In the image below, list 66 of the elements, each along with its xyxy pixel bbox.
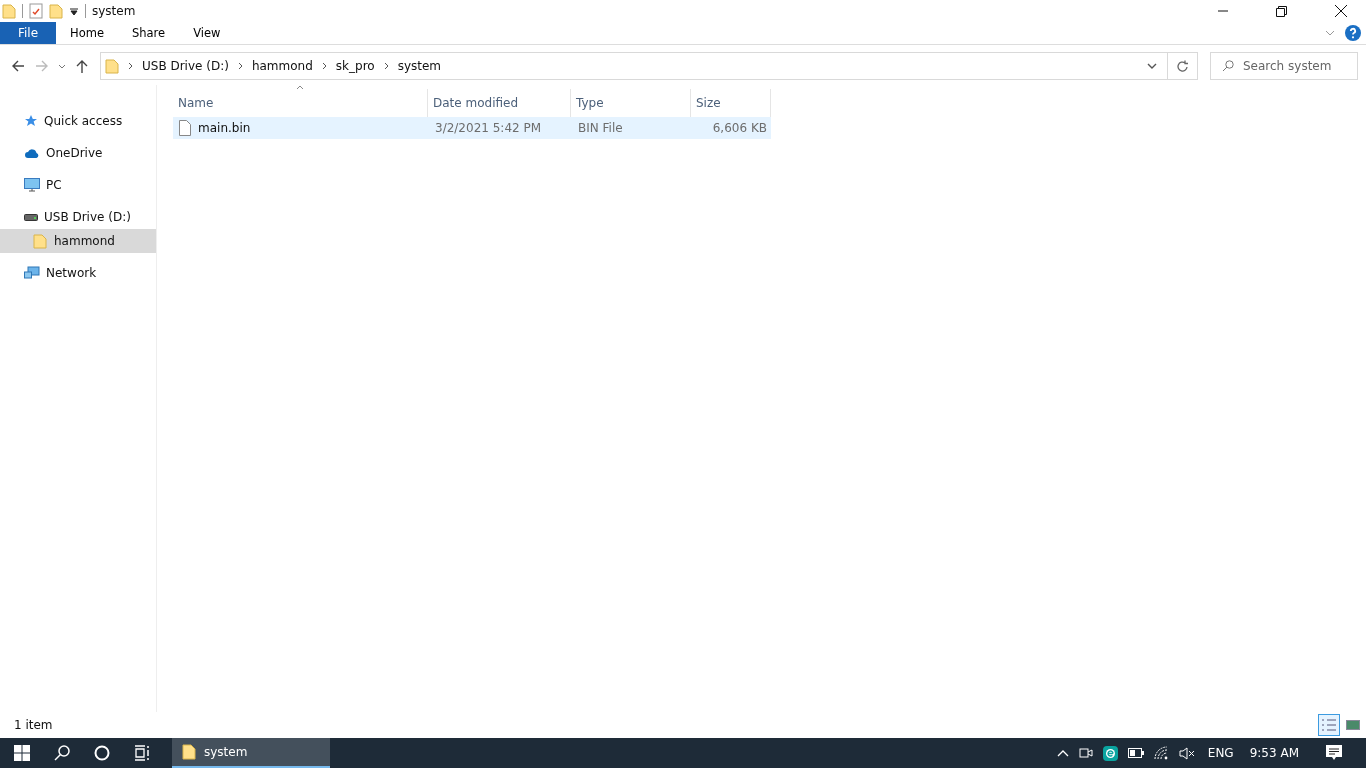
cloud-icon [24,147,40,159]
breadcrumb[interactable]: USB Drive (D:) [142,59,229,73]
back-arrow-icon[interactable] [12,60,25,72]
details-list-icon [1321,718,1337,732]
star-icon [24,114,38,128]
sidebar-item[interactable]: USB Drive (D:) [0,205,156,229]
chevron-down-icon[interactable] [1147,63,1157,69]
ribbon-tab[interactable]: View [179,22,235,44]
file-name: main.bin [198,121,251,135]
help-icon[interactable] [1345,25,1361,41]
task-view-icon[interactable] [134,745,152,761]
search-icon[interactable] [54,745,70,761]
notification-icon[interactable] [1326,745,1342,761]
windows-logo-icon[interactable] [14,745,30,761]
drive-icon [24,213,38,221]
search-field[interactable]: Search system [1210,52,1358,80]
dropdown-icon[interactable] [69,6,79,16]
address-bar[interactable]: USB Drive (D:) hammond sk_pro system [100,52,1168,80]
refresh-button[interactable] [1168,52,1198,80]
folder-icon [33,233,47,249]
up-arrow-icon[interactable] [76,59,88,73]
chevron-down-icon[interactable] [58,63,66,69]
language-indicator[interactable]: ENG [1207,746,1234,760]
type-cell-text: BIN File [577,121,624,135]
taskbar-app[interactable]: system [172,738,330,768]
sidebar-item[interactable]: Network [0,261,156,285]
ribbon-tab[interactable]: Home [56,22,118,44]
refresh-icon [1176,59,1189,73]
chevron-right-icon[interactable] [128,62,133,70]
chevron-right-icon[interactable] [383,62,389,70]
sort-caret-icon [296,85,304,90]
date-cell-text: 3/2/2021 5:42 PM [434,121,543,135]
window-title: system [92,4,136,18]
close-icon[interactable] [1335,5,1347,17]
details-view-button[interactable] [1318,714,1340,736]
folder-icon [182,744,196,760]
file-tab[interactable]: File [0,22,56,44]
thumbnail-icon [1346,719,1360,731]
chevron-right-icon[interactable] [237,62,243,70]
file-icon [179,120,191,136]
properties-icon[interactable] [29,3,43,19]
network-icon [24,266,40,280]
clock[interactable]: 9:53 AM [1249,746,1299,760]
folder-icon [105,58,119,74]
restore-icon[interactable] [1276,5,1287,17]
sidebar-item[interactable]: Quick access [0,109,156,133]
chevron-right-icon[interactable] [321,62,327,70]
search-icon [1222,60,1234,72]
breadcrumb[interactable]: system [397,59,442,73]
breadcrumb[interactable]: sk_pro [335,59,375,73]
chevron-up-icon[interactable] [1056,749,1069,757]
monitor-icon [24,178,40,192]
breadcrumb[interactable]: hammond [251,59,313,73]
circle-icon[interactable] [94,745,110,761]
ribbon-tab[interactable]: Share [117,22,180,44]
size-cell-text: 6,606 KB [711,121,768,135]
wifi-icon[interactable] [1153,746,1169,760]
sidebar-item[interactable]: OneDrive [0,141,156,165]
e-logo-icon[interactable] [1102,745,1118,761]
sidebar-item[interactable]: hammond [0,229,156,253]
sidebar-item[interactable]: PC [0,173,156,197]
battery-icon[interactable] [1127,748,1144,758]
file-row[interactable]: main.bin 3/2/2021 5:42 PM BIN File 6,606 KB [173,117,771,139]
item-count: 1 item [14,718,53,732]
camera-icon[interactable] [1078,746,1093,760]
muted-speaker-icon[interactable] [1178,746,1195,760]
